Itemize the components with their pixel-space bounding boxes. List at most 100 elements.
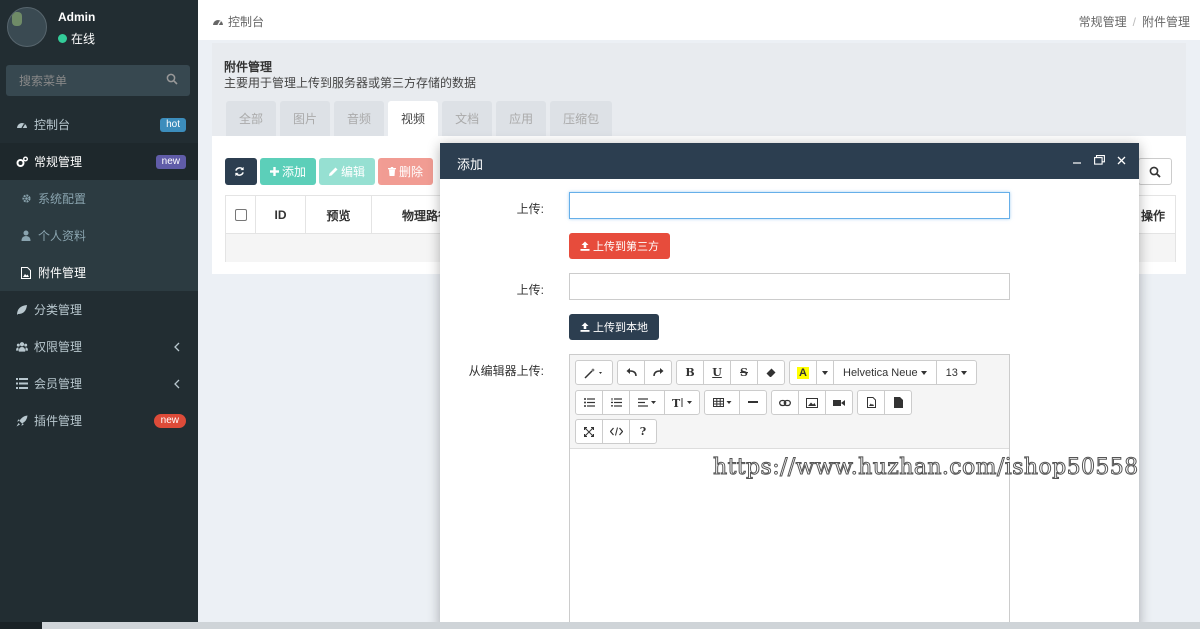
font-size-dropdown[interactable]: 13: [935, 360, 977, 385]
sidebar-item-config[interactable]: 系统配置: [0, 180, 198, 217]
underline-button[interactable]: U: [703, 360, 731, 385]
sidebar-item-label: 常规管理: [34, 155, 83, 169]
edit-button[interactable]: 编辑: [319, 158, 376, 185]
sidebar-search-input[interactable]: [6, 65, 190, 96]
tab-application[interactable]: 应用: [496, 101, 547, 136]
table-search-button[interactable]: [1138, 158, 1172, 185]
trash-icon: [388, 167, 397, 176]
column-header[interactable]: ID: [256, 196, 306, 234]
tab-image[interactable]: 图片: [280, 101, 331, 136]
undo-button[interactable]: [617, 360, 645, 385]
sidebar-item-dashboard[interactable]: 控制台 hot: [0, 106, 198, 143]
horizontal-rule-button[interactable]: [739, 390, 767, 415]
image-button[interactable]: [798, 390, 826, 415]
link-icon: [779, 399, 791, 406]
line-height-dropdown[interactable]: T: [664, 390, 700, 415]
delete-label: 删除: [399, 165, 424, 179]
code-icon: [609, 427, 623, 436]
tab-video[interactable]: 视频: [388, 101, 439, 136]
paragraph-align-dropdown[interactable]: [629, 390, 665, 415]
close-icon[interactable]: [1115, 154, 1127, 166]
magic-wand-icon: [584, 367, 602, 379]
refresh-button[interactable]: [225, 158, 257, 185]
ordered-list-button[interactable]: [602, 390, 630, 415]
sidebar-item-label: 分类管理: [34, 303, 83, 317]
caret-down-icon: [960, 370, 967, 375]
align-left-icon: [638, 398, 656, 407]
help-button[interactable]: ?: [629, 419, 657, 444]
sidebar-item-plugin[interactable]: 插件管理 new: [0, 402, 198, 439]
insert-image-file-button[interactable]: [857, 390, 885, 415]
tab-audio[interactable]: 音频: [334, 101, 385, 136]
bold-icon: B: [685, 366, 695, 379]
upload-third-party-button[interactable]: 上传到第三方: [569, 233, 670, 259]
editor-toolbar-row: T: [575, 390, 916, 415]
tab-archive[interactable]: 压缩包: [550, 101, 613, 136]
redo-button[interactable]: [644, 360, 672, 385]
sidebar-item-label: 插件管理: [34, 414, 83, 428]
link-button[interactable]: [771, 390, 799, 415]
dashboard-icon: [213, 20, 223, 26]
redo-icon: [652, 368, 663, 377]
dialog-controls: [1061, 154, 1127, 166]
unordered-list-button[interactable]: [575, 390, 603, 415]
rocket-icon: [16, 415, 28, 427]
breadcrumb-item[interactable]: 常规管理: [1079, 15, 1127, 29]
select-all-checkbox[interactable]: [234, 209, 247, 221]
search-icon: [1149, 166, 1161, 178]
sidebar-item-category[interactable]: 分类管理: [0, 291, 198, 328]
caret-down-icon: [822, 370, 828, 375]
clear-format-button[interactable]: [757, 360, 785, 385]
video-button[interactable]: [825, 390, 853, 415]
rich-text-editor: B U S A Helvetica Neue 13 T ?: [569, 354, 1010, 629]
upload-local-label: 上传到本地: [593, 322, 648, 334]
font-color-button[interactable]: A: [789, 360, 817, 385]
dialog-header: 添加: [440, 143, 1139, 179]
sidebar-item-profile[interactable]: 个人资料: [0, 217, 198, 254]
insert-file-button[interactable]: [884, 390, 912, 415]
third-party-upload-input[interactable]: [569, 192, 1010, 219]
font-color-dropdown[interactable]: [816, 360, 834, 385]
group-icon: [16, 341, 28, 353]
online-dot-icon: [58, 34, 67, 43]
delete-button[interactable]: 删除: [378, 158, 434, 185]
maximize-icon[interactable]: [1093, 154, 1105, 166]
help-icon: ?: [639, 425, 647, 438]
user-panel: Admin 在线: [0, 0, 198, 58]
sidebar-menu: 控制台 hot 常规管理 new 系统配置 个人资料 附件管理 分类管理 权限管…: [0, 106, 198, 439]
avatar[interactable]: [7, 7, 47, 47]
pencil-icon: [329, 167, 338, 176]
sidebar-item-auth[interactable]: 权限管理: [0, 328, 198, 365]
bottom-strip: [0, 622, 1200, 629]
select-all-cell: [226, 196, 256, 234]
upload-local-button[interactable]: 上传到本地: [569, 314, 659, 340]
upload-third-party-label: 上传到第三方: [593, 241, 659, 253]
underline-icon: U: [712, 366, 722, 379]
file-image-icon: [20, 266, 32, 279]
plus-icon: [270, 167, 279, 176]
local-upload-input[interactable]: [569, 273, 1010, 300]
search-icon[interactable]: [166, 73, 180, 87]
minimize-icon[interactable]: [1071, 154, 1083, 166]
sidebar-item-general[interactable]: 常规管理 new: [0, 143, 198, 180]
tab-document[interactable]: 文档: [442, 101, 493, 136]
magic-style-dropdown[interactable]: [575, 360, 613, 385]
editor-toolbar-row: B U S A Helvetica Neue 13: [575, 360, 981, 385]
bold-button[interactable]: B: [676, 360, 704, 385]
table-toolbar: 添加 编辑 删除: [225, 158, 436, 185]
font-family-dropdown[interactable]: Helvetica Neue: [833, 360, 937, 385]
strikethrough-button[interactable]: S: [730, 360, 758, 385]
upload-label: 上传:: [516, 283, 544, 297]
code-view-button[interactable]: [602, 419, 630, 444]
minus-icon: [748, 401, 758, 403]
fullscreen-button[interactable]: [575, 419, 603, 444]
tab-all[interactable]: 全部: [226, 101, 277, 136]
sidebar-item-label: 控制台: [34, 118, 71, 132]
table-dropdown[interactable]: [704, 390, 740, 415]
sidebar-item-member[interactable]: 会员管理: [0, 365, 198, 402]
add-button[interactable]: 添加: [260, 158, 317, 185]
sidebar-item-attachment[interactable]: 附件管理: [0, 254, 198, 291]
eraser-icon: [766, 368, 776, 377]
status-text: 在线: [71, 32, 96, 46]
list-ol-icon: [610, 398, 622, 407]
